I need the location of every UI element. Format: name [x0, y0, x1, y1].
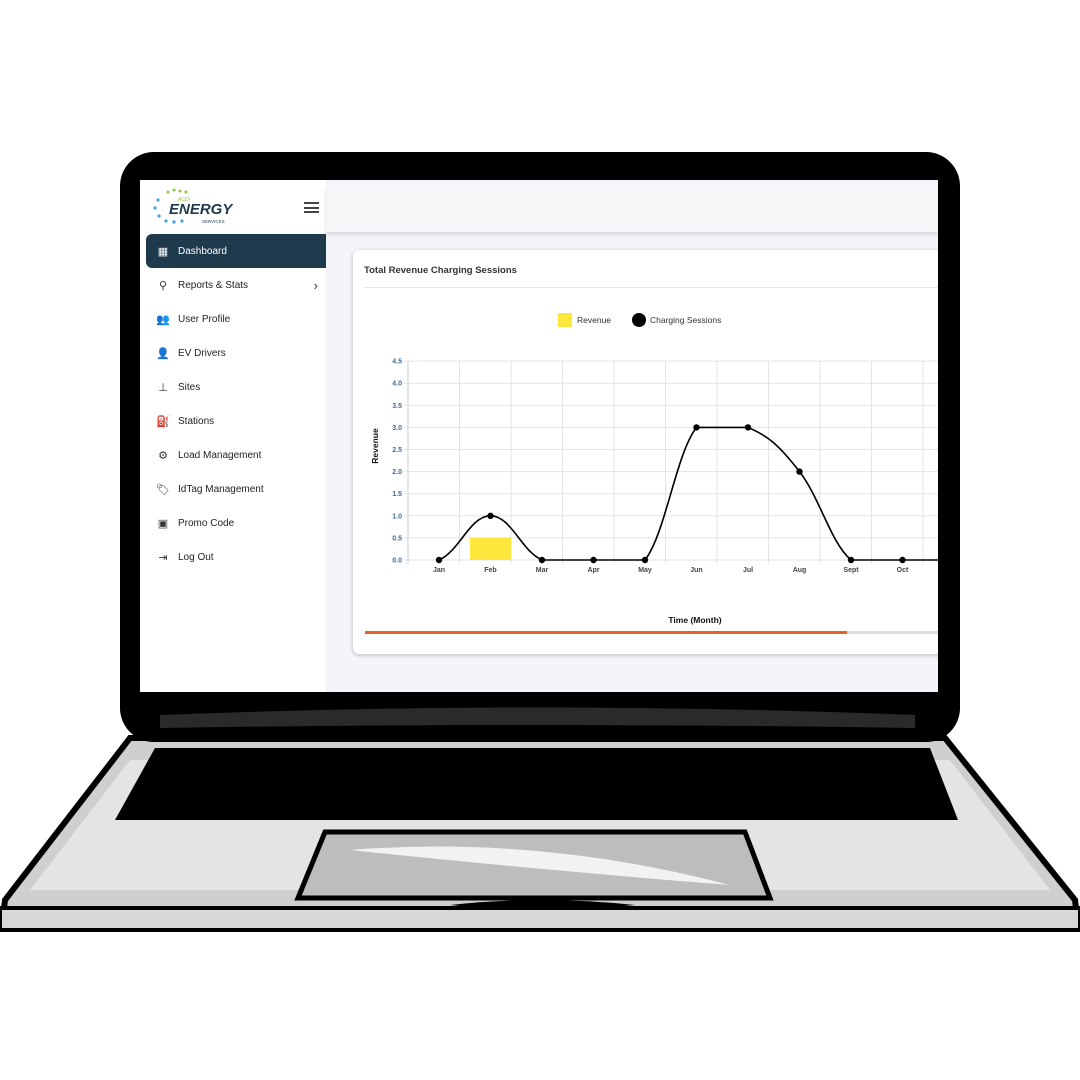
company-logo: ENERGY SERVICES ACDI: [153, 188, 234, 224]
sessions-point: [538, 556, 546, 564]
sessions-point: [487, 512, 494, 519]
sidebar-item-label: Dashboard: [178, 245, 227, 257]
y-axis-title: Revenue: [370, 428, 380, 464]
sidebar-item-label: Promo Code: [178, 517, 235, 529]
gears-icon: ⚙: [158, 449, 168, 462]
sidebar-item-label: Log Out: [178, 551, 214, 563]
x-tick-label: Jul: [743, 567, 753, 574]
logout-icon: ⇥: [158, 551, 168, 564]
y-tick-label: 0.5: [392, 535, 402, 542]
svg-text:SERVICES: SERVICES: [202, 219, 225, 224]
sidebar-item-idtag-management[interactable]: 🏷 IdTag Management: [146, 472, 326, 506]
sessions-point: [796, 468, 803, 475]
scrollbar-thumb[interactable]: [365, 631, 848, 634]
revenue-sessions-chart: 0.0 0.5 1.0 1.5 2.0 2.5 3.0 3.5 4.0 4.5 Jan Feb Mar A…: [370, 313, 938, 625]
sessions-point: [435, 556, 443, 564]
top-bar: [326, 185, 938, 232]
y-tick-label: 1.5: [392, 491, 402, 498]
x-tick-label: Apr: [587, 567, 599, 574]
y-tick-label: 2.5: [392, 447, 402, 454]
sidebar-item-label: EV Drivers: [178, 347, 226, 359]
sidebar-item-ev-drivers[interactable]: 👤 EV Drivers: [146, 336, 326, 370]
sidebar-item-label: Sites: [178, 381, 201, 393]
reports-icon: ⚲: [158, 279, 168, 292]
revenue-chart-card: Total Revenue Charging Sessions 0.0 0.5 1.…: [353, 250, 938, 654]
sidebar-item-reports-stats[interactable]: ⚲ Reports & Stats ›: [146, 268, 326, 302]
y-tick-label: 3.5: [392, 403, 402, 410]
app-screen: ENERGY SERVICES ACDI ▦ Dashboard ⚲ Reports…: [140, 180, 938, 692]
sessions-point: [744, 424, 752, 431]
y-tick-label: 4.5: [392, 359, 402, 366]
svg-text:ACDI: ACDI: [178, 197, 190, 203]
x-tick-label: Jun: [690, 567, 702, 574]
x-tick-label: May: [638, 567, 652, 574]
legend-sessions-label: Charging Sessions: [650, 315, 721, 325]
y-tick-label: 4.0: [392, 381, 402, 388]
legend-revenue-swatch: [558, 313, 572, 327]
x-tick-label: Oct: [897, 567, 909, 574]
sidebar-item-label: IdTag Management: [178, 483, 264, 495]
charging-station-icon: ⛽: [156, 415, 170, 428]
legend-sessions-swatch: [632, 313, 646, 327]
y-tick-label: 2.0: [392, 469, 402, 476]
sidebar-item-label: Reports & Stats: [178, 279, 249, 291]
sessions-point: [693, 424, 700, 431]
sidebar-item-log-out[interactable]: ⇥ Log Out: [146, 540, 326, 574]
sidebar-item-stations[interactable]: ⛽ Stations: [146, 404, 326, 438]
sessions-point: [590, 556, 597, 564]
x-tick-label: Jan: [433, 567, 445, 574]
sidebar-item-user-profile[interactable]: 👥 User Profile: [146, 302, 326, 336]
sidebar-item-load-management[interactable]: ⚙ Load Management: [146, 438, 326, 472]
svg-text:ENERGY: ENERGY: [169, 201, 234, 218]
sitemap-icon: ⊥: [158, 381, 168, 394]
y-tick-label: 0.0: [392, 558, 402, 565]
y-tick-label: 3.0: [392, 425, 402, 432]
horizontal-scrollbar[interactable]: [365, 631, 938, 634]
sidebar: ENERGY SERVICES ACDI ▦ Dashboard ⚲ Reports…: [140, 180, 326, 692]
x-tick-label: Aug: [793, 567, 807, 574]
driver-icon: 👤: [156, 347, 170, 360]
sessions-point: [641, 556, 649, 564]
sidebar-item-promo-code[interactable]: ▣ Promo Code: [146, 506, 326, 540]
ticket-icon: ▣: [157, 517, 169, 530]
x-tick-label: Sept: [843, 567, 859, 574]
x-tick-label: Mar: [536, 567, 549, 574]
x-tick-label: Feb: [484, 567, 496, 574]
chevron-right-icon: ›: [313, 277, 318, 293]
dashboard-icon: ▦: [157, 245, 169, 258]
sidebar-item-label: Stations: [178, 415, 215, 427]
sidebar-item-sites[interactable]: ⊥ Sites: [146, 370, 326, 404]
x-axis-title: Time (Month): [668, 615, 721, 625]
revenue-bar: [470, 537, 511, 560]
sessions-point: [899, 556, 906, 564]
legend-revenue-label: Revenue: [577, 315, 611, 325]
sidebar-item-label: Load Management: [178, 449, 262, 461]
tag-icon: 🏷: [156, 483, 170, 496]
sidebar-nav: ▦ Dashboard ⚲ Reports & Stats › 👥 User Profi…: [146, 234, 326, 574]
menu-toggle-button[interactable]: [304, 202, 319, 213]
sidebar-item-dashboard[interactable]: ▦ Dashboard: [146, 234, 326, 268]
y-tick-label: 1.0: [392, 513, 402, 520]
sessions-point: [847, 556, 855, 564]
sidebar-item-label: User Profile: [178, 313, 231, 325]
users-icon: 👥: [156, 313, 170, 326]
